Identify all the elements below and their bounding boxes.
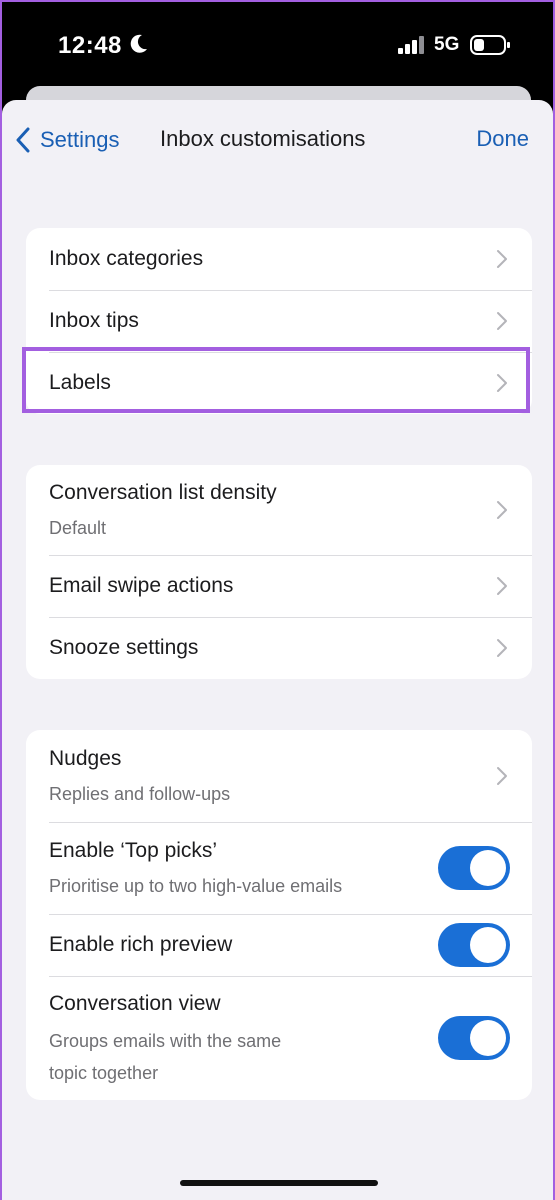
toggle-knob	[470, 927, 506, 963]
top-picks-toggle[interactable]	[438, 846, 510, 890]
row-labels[interactable]: Labels	[26, 352, 532, 414]
row-enable-top-picks: Enable ‘Top picks’ Prioritise up to two …	[26, 822, 532, 914]
chevron-right-icon	[497, 250, 507, 268]
row-title: Enable rich preview	[49, 933, 233, 956]
navigation-bar: Settings Inbox customisations Done	[2, 100, 553, 180]
phone-frame: 12:48 5G Settings Inbox customisations D…	[0, 0, 555, 1200]
row-email-swipe-actions[interactable]: Email swipe actions	[26, 555, 532, 617]
row-title: Conversation view	[49, 992, 221, 1015]
done-button[interactable]: Done	[476, 126, 529, 152]
row-title: Snooze settings	[49, 636, 199, 659]
status-bar: 12:48 5G	[2, 2, 553, 88]
settings-group-conversation: Conversation list density Default Email …	[26, 465, 532, 679]
row-title: Inbox tips	[49, 309, 139, 332]
chevron-right-icon	[497, 501, 507, 519]
row-inbox-tips[interactable]: Inbox tips	[26, 290, 532, 352]
row-title: Labels	[49, 371, 111, 394]
row-subtitle: Default	[49, 518, 107, 538]
signal-icon	[398, 36, 424, 54]
rich-preview-toggle[interactable]	[438, 923, 510, 967]
settings-sheet: Settings Inbox customisations Done Inbox…	[2, 100, 553, 1200]
row-title: Nudges	[49, 747, 122, 770]
row-conversation-view: Conversation view Groups emails with the…	[26, 976, 532, 1100]
chevron-left-icon	[16, 127, 30, 153]
home-indicator	[180, 1180, 378, 1186]
row-conversation-list-density[interactable]: Conversation list density Default	[26, 465, 532, 555]
row-title: Conversation list density	[49, 481, 277, 504]
row-title: Email swipe actions	[49, 574, 234, 597]
settings-group-inbox: Inbox categories Inbox tips Labels	[26, 228, 532, 414]
settings-group-features: Nudges Replies and follow-ups Enable ‘To…	[26, 730, 532, 1100]
chevron-right-icon	[497, 374, 507, 392]
chevron-right-icon	[497, 639, 507, 657]
battery-icon	[470, 35, 510, 55]
row-snooze-settings[interactable]: Snooze settings	[26, 617, 532, 679]
back-button[interactable]: Settings	[14, 122, 120, 158]
row-nudges[interactable]: Nudges Replies and follow-ups	[26, 730, 532, 822]
row-title: Enable ‘Top picks’	[49, 839, 218, 862]
toggle-knob	[470, 1020, 506, 1056]
row-subtitle: Groups emails with the same	[49, 1031, 282, 1051]
conversation-view-toggle[interactable]	[438, 1016, 510, 1060]
status-time: 12:48	[58, 32, 122, 59]
row-inbox-categories[interactable]: Inbox categories	[26, 228, 532, 290]
row-enable-rich-preview: Enable rich preview	[26, 914, 532, 976]
row-subtitle-line2: topic together	[49, 1063, 159, 1083]
chevron-right-icon	[497, 312, 507, 330]
toggle-knob	[470, 850, 506, 886]
moon-icon	[130, 34, 147, 53]
page-title: Inbox customisations	[160, 126, 366, 151]
row-subtitle: Prioritise up to two high-value emails	[49, 876, 343, 896]
back-button-label: Settings	[40, 127, 120, 152]
chevron-right-icon	[497, 577, 507, 595]
chevron-right-icon	[497, 767, 507, 785]
row-title: Inbox categories	[49, 247, 204, 270]
network-type: 5G	[434, 34, 460, 55]
row-subtitle: Replies and follow-ups	[49, 784, 231, 804]
